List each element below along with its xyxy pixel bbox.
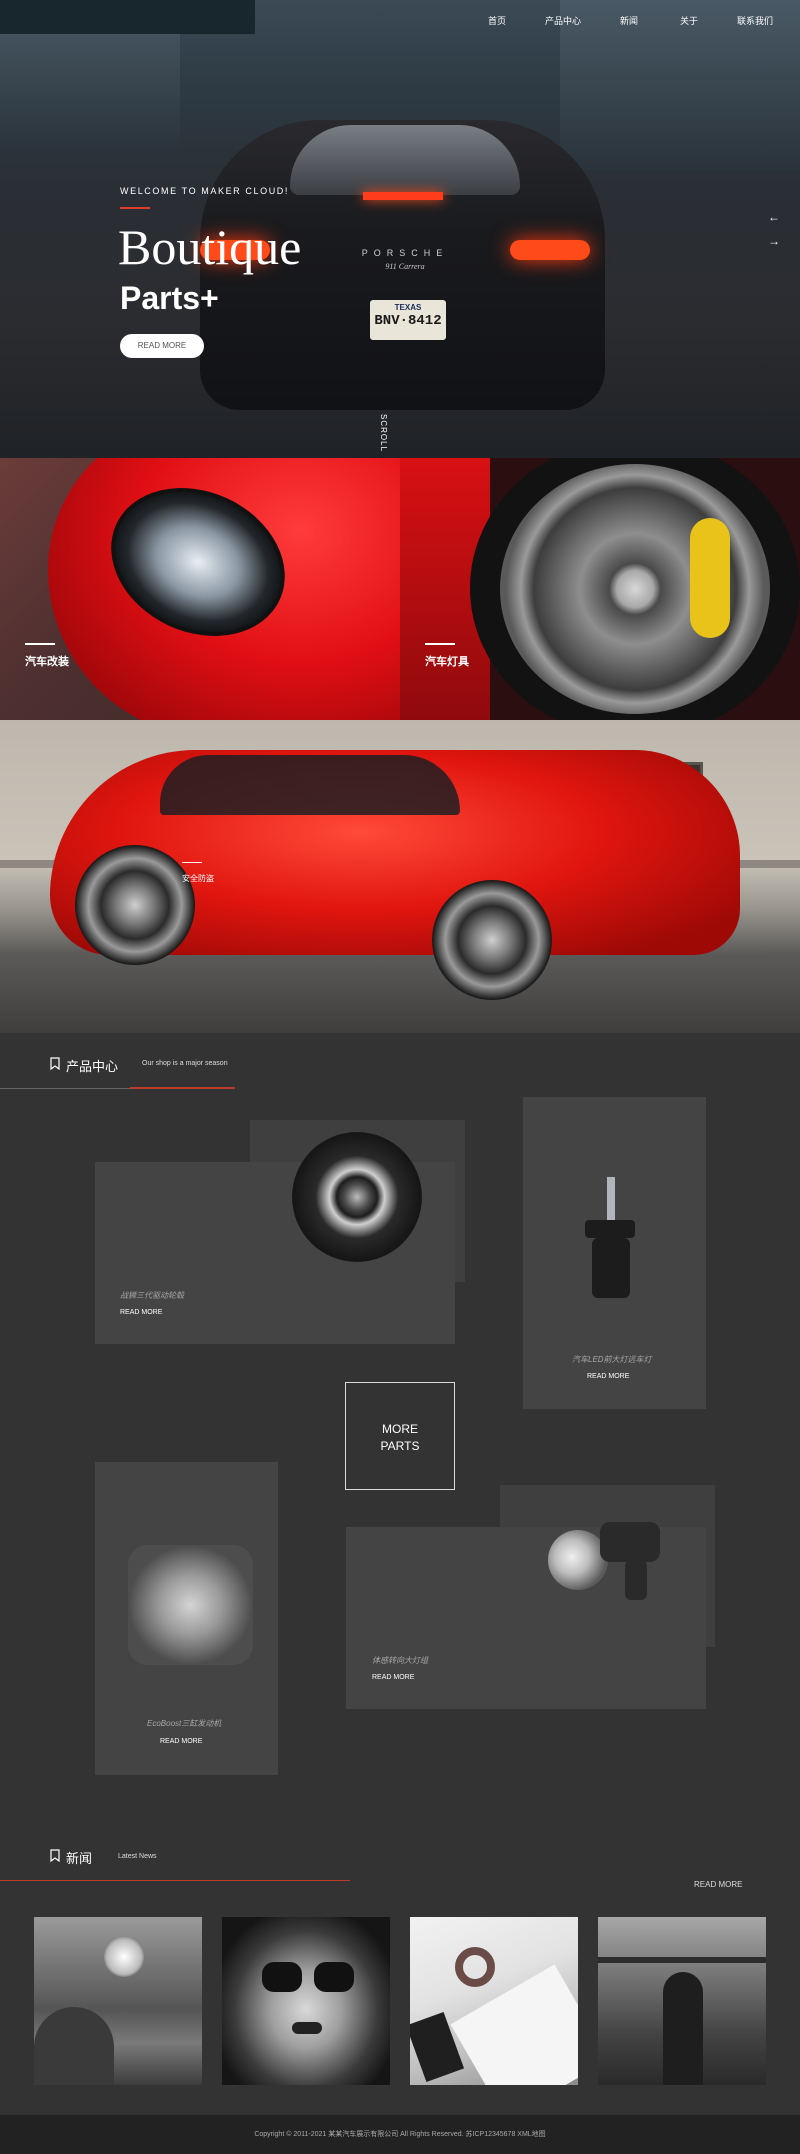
banner-caption: 安全防盗 xyxy=(182,874,214,883)
hero-read-more-button[interactable]: READ MORE xyxy=(120,334,204,358)
panel-label-lighting: 汽车灯具 xyxy=(425,656,469,668)
hero-car-brake-light xyxy=(363,192,443,200)
sunglass-lens-left xyxy=(262,1962,302,1992)
plate-number: BNV·8412 xyxy=(374,313,442,329)
news-thumbnail-sunglasses[interactable] xyxy=(222,1917,390,2085)
main-nav: 首页 产品中心 新闻 关于 联系我们 xyxy=(470,14,790,32)
product-name: 战狮三代驱动轮毂 xyxy=(120,1291,184,1300)
more-parts-line-1: MORE xyxy=(382,1422,418,1436)
security-banner[interactable] xyxy=(0,720,800,1033)
nav-item-home[interactable]: 首页 xyxy=(488,14,506,27)
panel-label-modification: 汽车改装 xyxy=(25,656,69,668)
news-header-divider xyxy=(0,1880,350,1881)
rock-shape xyxy=(34,2007,114,2085)
hero-license-plate: TEXAS BNV·8412 xyxy=(370,300,446,340)
headlamp-product-image xyxy=(548,1530,608,1590)
news-thumbnail-laptop[interactable] xyxy=(410,1917,578,2085)
bookmark-icon xyxy=(50,1057,60,1070)
hero-car-window xyxy=(290,125,520,195)
hero-title: Boutique xyxy=(118,219,302,275)
news-thumbnail-mountains[interactable] xyxy=(34,1917,202,2085)
category-panel-lighting[interactable]: 汽车灯具 xyxy=(400,458,800,720)
front-wheel xyxy=(75,845,195,965)
slider-prev-arrow-icon[interactable]: ← xyxy=(768,210,780,224)
products-section-title: 产品中心 xyxy=(66,1059,119,1074)
hero-car-model: 911 Carrera xyxy=(385,262,425,271)
led-bulb-stem xyxy=(607,1177,615,1225)
plate-state: TEXAS xyxy=(394,303,422,312)
hero-welcome-underline xyxy=(120,207,150,209)
nav-item-products[interactable]: 产品中心 xyxy=(545,14,581,27)
sunglass-lens-right xyxy=(314,1962,354,1992)
products-section-subtitle: Our shop is a major season xyxy=(142,1060,228,1067)
ring-object xyxy=(455,1947,495,1987)
bookmark-icon xyxy=(50,1849,60,1862)
news-read-more-link[interactable]: READ MORE xyxy=(694,1880,742,1889)
news-thumbnail-street[interactable] xyxy=(598,1917,766,2085)
hero-subtitle: Parts+ xyxy=(120,280,219,316)
sun-glow xyxy=(104,1937,144,1977)
led-bulb-heatsink xyxy=(592,1238,630,1298)
more-parts-line-2: PARTS xyxy=(380,1439,420,1453)
nav-item-news[interactable]: 新闻 xyxy=(620,14,638,27)
more-parts-label: MORE PARTS xyxy=(346,1421,454,1455)
nav-item-about[interactable]: 关于 xyxy=(680,14,698,27)
product-read-more-link[interactable]: READ MORE xyxy=(372,1674,414,1681)
product-read-more-link[interactable]: READ MORE xyxy=(160,1738,202,1745)
panel-divider xyxy=(25,643,55,645)
person-silhouette xyxy=(663,1972,703,2085)
street-line xyxy=(598,1957,766,1963)
rear-wheel xyxy=(432,880,552,1000)
lips-shape xyxy=(292,2022,322,2034)
car-windshield xyxy=(160,755,460,815)
footer-copyright: Copyright © 2011-2021 某某汽车展示有限公司 All Rig… xyxy=(254,2131,546,2138)
product-read-more-link[interactable]: READ MORE xyxy=(120,1309,162,1316)
scroll-indicator[interactable]: SCROLL xyxy=(379,414,388,452)
hero-car-brand: PORSCHE xyxy=(361,248,449,258)
product-name: 体感转向大灯组 xyxy=(372,1656,428,1665)
panel-divider xyxy=(425,643,455,645)
led-bulb-collar xyxy=(585,1220,635,1238)
product-name: 汽车LED前大灯远车灯 xyxy=(572,1355,652,1364)
headlamp-mount xyxy=(600,1522,660,1562)
hero-welcome: WELCOME TO MAKER CLOUD! xyxy=(120,186,289,196)
category-panel-modification[interactable]: 汽车改装 xyxy=(0,458,400,720)
wheel-product-image xyxy=(292,1132,422,1262)
footer: Copyright © 2011-2021 某某汽车展示有限公司 All Rig… xyxy=(0,2115,800,2154)
banner-caption-line xyxy=(182,862,202,863)
product-read-more-link[interactable]: READ MORE xyxy=(587,1373,629,1380)
logo-area[interactable] xyxy=(0,0,255,34)
engine-product-image xyxy=(128,1545,253,1665)
products-header-accent xyxy=(130,1087,235,1089)
headlamp-motor xyxy=(625,1560,647,1600)
slider-next-arrow-icon[interactable]: → xyxy=(768,234,780,248)
more-parts-button[interactable]: MORE PARTS xyxy=(345,1382,455,1490)
nav-item-contact[interactable]: 联系我们 xyxy=(737,14,773,27)
brake-caliper-image xyxy=(690,518,730,638)
news-section-title: 新闻 xyxy=(66,1851,93,1866)
product-name: EcoBoost三缸发动机 xyxy=(147,1719,222,1728)
hero-car-taillight-right xyxy=(510,240,590,260)
news-section-subtitle: Latest News xyxy=(118,1853,157,1860)
